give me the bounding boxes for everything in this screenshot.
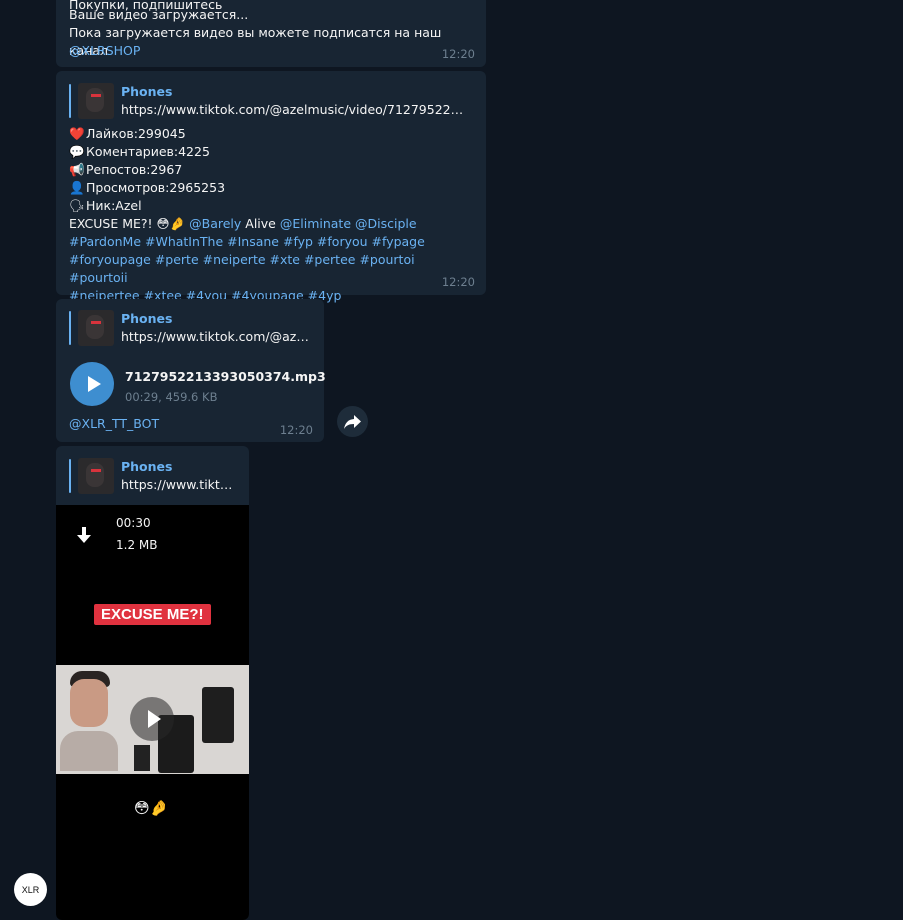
avatar[interactable]: XLR (14, 873, 47, 906)
message-line: Ваше видео загружается... (69, 7, 249, 22)
message-time: 12:20 (279, 423, 313, 437)
mention-link[interactable]: @Disciple (355, 216, 417, 231)
reply-preview[interactable]: Phones https://www.tiktok.com/@azelmusic… (56, 82, 486, 120)
avatar-label: XLR (21, 884, 40, 895)
stat-line-likes: ❤️Лайков:299045 (69, 125, 473, 143)
play-icon (88, 376, 101, 392)
reposts-count: Репостов:2967 (86, 162, 183, 177)
hashtags-line[interactable]: #PardonMe #WhatInThe #Insane #fyp #foryo… (69, 233, 473, 251)
forward-button[interactable] (337, 406, 368, 437)
download-icon (77, 527, 91, 543)
bot-link[interactable]: @XLR_TT_BOT (69, 416, 159, 431)
likes-count: Лайков:299045 (86, 126, 186, 141)
reply-thumbnail (78, 458, 114, 494)
stat-line-comments: 💬Коментариев:4225 (69, 143, 473, 161)
comments-count: Коментариев:4225 (86, 144, 210, 159)
speaker (134, 745, 150, 771)
audio-play-button[interactable] (70, 362, 114, 406)
reply-bar (69, 311, 71, 345)
reply-sender: Phones (121, 459, 173, 474)
reply-preview[interactable]: Phones https://www.tiktok.com/@aze… (56, 309, 324, 347)
reply-url: https://www.tikt… (121, 477, 233, 492)
reply-url: https://www.tiktok.com/@azelmusic/video/… (121, 102, 471, 117)
reply-url: https://www.tiktok.com/@aze… (121, 329, 313, 344)
video-preview[interactable]: 00:30 1.2 MB EXCUSE ME?! 😳🤌 (56, 505, 249, 920)
message-bubble-1: Покупки, подпишитесь Ваше видео загружае… (56, 0, 486, 67)
reply-sender: Phones (121, 311, 173, 326)
channel-link[interactable]: @XLRSHOP (56, 42, 153, 60)
mention-link[interactable]: @Barely (189, 216, 241, 231)
message-bubble-3: Phones https://www.tiktok.com/@aze… 7127… (56, 299, 326, 442)
play-button[interactable] (130, 697, 174, 741)
stat-line-reposts: 📢Репостов:2967 (69, 161, 473, 179)
message-time: 12:20 (441, 275, 475, 289)
video-emoji: 😳🤌 (134, 799, 169, 817)
reply-preview[interactable]: Phones https://www.tikt… (56, 457, 249, 495)
share-arrow-icon (344, 415, 361, 429)
reply-bar (69, 84, 71, 118)
caption-word: Alive (245, 216, 276, 231)
speech-bubble-icon: 💬 (69, 144, 85, 159)
mention-link[interactable]: @Eliminate (280, 216, 351, 231)
speaking-head-icon: 🗣 (69, 198, 85, 213)
speaker (202, 687, 234, 743)
message-time: 12:20 (441, 47, 475, 61)
audio-file-name: 7127952213393050374.mp3 (125, 369, 326, 384)
reply-thumbnail (78, 310, 114, 346)
user-icon: 👤 (69, 180, 85, 195)
reply-thumbnail (78, 83, 114, 119)
views-count: Просмотров:2965253 (86, 180, 226, 195)
audio-file-meta: 00:29, 459.6 KB (125, 390, 218, 404)
reply-bar (69, 459, 71, 493)
video-frame (56, 665, 249, 774)
message-bubble-4: Phones https://www.tikt… 00:30 1.2 MB EX… (56, 446, 249, 920)
play-icon (148, 710, 161, 728)
heart-icon: ❤️ (69, 126, 85, 141)
video-duration: 00:30 (116, 516, 151, 530)
reply-sender: Phones (121, 84, 173, 99)
hashtags-line[interactable]: #foryoupage #perte #neiperte #xte #perte… (69, 251, 473, 287)
caption-line: EXCUSE ME?! 😳🤌 @Barely Alive @Eliminate … (69, 215, 473, 233)
video-size: 1.2 MB (116, 538, 158, 552)
megaphone-icon: 📢 (69, 162, 85, 177)
video-overlay-text: EXCUSE ME?! (94, 604, 211, 625)
download-button[interactable] (72, 519, 96, 549)
message-bubble-2: Phones https://www.tiktok.com/@azelmusic… (56, 71, 486, 303)
stat-line-views: 👤Просмотров:2965253 (69, 179, 473, 197)
person-figure (60, 671, 118, 771)
caption-text: EXCUSE ME?! 😳🤌 (69, 216, 186, 231)
nickname: Ник:Azel (86, 198, 142, 213)
stat-line-nick: 🗣Ник:Azel (69, 197, 473, 215)
